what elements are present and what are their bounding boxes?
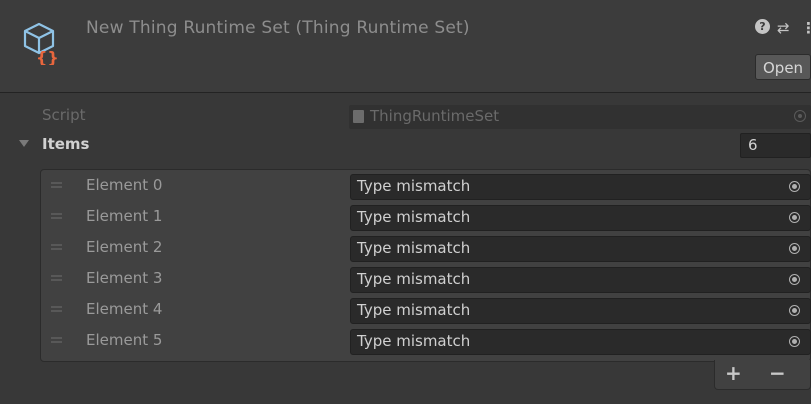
object-picker-icon[interactable] [789,274,800,285]
scriptable-object-icon: {} [23,22,59,65]
list-item: Element 3 Type mismatch [41,265,811,296]
svg-text:{}: {} [36,48,59,65]
items-size-field[interactable]: 6 [740,133,811,158]
object-picker-icon[interactable] [789,336,800,347]
object-field[interactable]: Type mismatch [350,329,811,355]
drag-handle-icon[interactable] [51,337,62,343]
help-icon[interactable]: ? [755,19,770,34]
element-label: Element 0 [86,176,163,194]
remove-element-button[interactable]: − [769,361,786,385]
items-foldout-arrow-icon[interactable] [19,140,29,147]
presets-icon[interactable]: ⇄ [777,19,790,37]
object-field[interactable]: Type mismatch [350,236,811,262]
object-field[interactable]: Type mismatch [350,298,811,324]
asset-title: New Thing Runtime Set (Thing Runtime Set… [86,18,470,38]
element-label: Element 5 [86,331,163,349]
list-item: Element 2 Type mismatch [41,234,811,265]
object-field-value: Type mismatch [357,239,471,257]
list-item: Element 1 Type mismatch [41,203,811,234]
object-picker-icon[interactable] [789,212,800,223]
list-item: Element 0 Type mismatch [41,172,811,203]
element-label: Element 4 [86,300,163,318]
drag-handle-icon[interactable] [51,306,62,312]
object-picker-icon[interactable] [789,181,800,192]
object-field-value: Type mismatch [357,301,471,319]
inspector-header: {} New Thing Runtime Set (Thing Runtime … [0,0,811,93]
script-field: ThingRuntimeSet [349,105,811,129]
drag-handle-icon[interactable] [51,275,62,281]
element-label: Element 2 [86,238,163,256]
element-label: Element 3 [86,269,163,287]
list-item: Element 4 Type mismatch [41,296,811,327]
add-element-button[interactable]: + [725,361,742,385]
script-label: Script [42,106,86,124]
items-list: Element 0 Type mismatch Element 1 Type m… [40,169,811,362]
object-picker-icon[interactable] [789,243,800,254]
drag-handle-icon[interactable] [51,244,62,250]
object-field[interactable]: Type mismatch [350,205,811,231]
object-field-value: Type mismatch [357,208,471,226]
object-picker-icon[interactable] [789,305,800,316]
items-foldout-label[interactable]: Items [42,135,89,153]
object-field[interactable]: Type mismatch [350,174,811,200]
script-file-icon [353,110,364,123]
list-footer: + − [714,360,811,390]
drag-handle-icon[interactable] [51,182,62,188]
element-label: Element 1 [86,207,163,225]
list-item: Element 5 Type mismatch [41,327,811,358]
open-button[interactable]: Open [755,54,811,80]
script-value: ThingRuntimeSet [370,107,500,125]
script-object-picker-icon [794,110,806,122]
object-field-value: Type mismatch [357,332,471,350]
object-field-value: Type mismatch [357,270,471,288]
drag-handle-icon[interactable] [51,213,62,219]
object-field[interactable]: Type mismatch [350,267,811,293]
object-field-value: Type mismatch [357,177,471,195]
more-options-icon[interactable]: ⋮ [801,19,811,37]
inspector-window: {} New Thing Runtime Set (Thing Runtime … [0,0,811,404]
